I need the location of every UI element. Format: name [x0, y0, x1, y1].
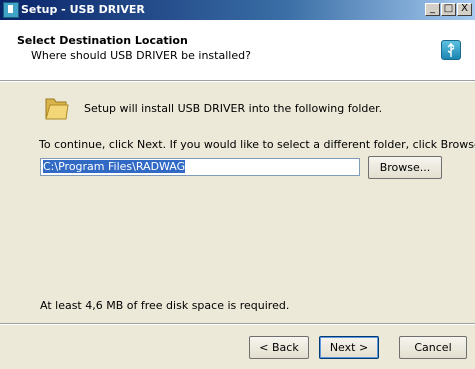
page-title: Select Destination Location [17, 34, 188, 47]
title-bar[interactable]: Setup - USB DRIVER _ □ X [0, 0, 475, 20]
header-divider-highlight [0, 81, 475, 82]
folder-icon [44, 93, 70, 121]
cancel-button[interactable]: Cancel [399, 336, 467, 359]
install-note: Setup will install USB DRIVER into the f… [84, 102, 383, 115]
wizard-header: Select Destination Location Where should… [0, 20, 475, 80]
next-button[interactable]: Next > [319, 336, 379, 359]
disk-space-note: At least 4,6 MB of free disk space is re… [40, 299, 290, 312]
minimize-button[interactable]: _ [425, 3, 440, 16]
close-button[interactable]: X [457, 3, 472, 16]
browse-button[interactable]: Browse... [368, 156, 442, 179]
setup-app-icon [3, 2, 19, 18]
instruction-text: To continue, click Next. If you would li… [39, 138, 475, 151]
window-title: Setup - USB DRIVER [21, 3, 145, 16]
back-button[interactable]: < Back [249, 336, 309, 359]
usb-icon [441, 40, 461, 60]
footer-divider-highlight [0, 324, 475, 325]
destination-path-input[interactable]: C:\Program Files\RADWAG [40, 158, 360, 176]
setup-window: Setup - USB DRIVER _ □ X Select Destinat… [0, 0, 475, 369]
destination-path-value: C:\Program Files\RADWAG [43, 160, 186, 173]
maximize-button[interactable]: □ [441, 3, 456, 16]
page-subtitle: Where should USB DRIVER be installed? [31, 49, 251, 62]
